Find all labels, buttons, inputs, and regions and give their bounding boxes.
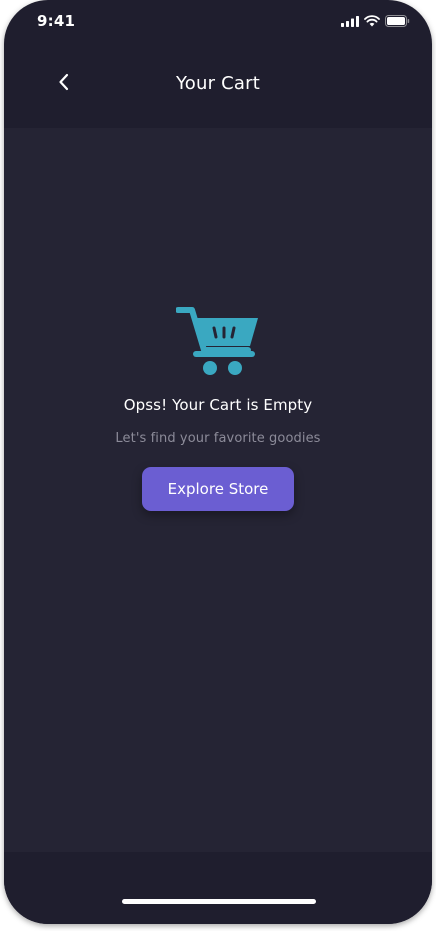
empty-cart-state: Opss! Your Cart is Empty Let's find your… [4,306,432,511]
wifi-icon [364,15,380,27]
shopping-cart-icon [176,307,258,375]
status-bar: 9:41 [4,0,432,44]
page-title: Your Cart [175,73,260,94]
empty-cart-title: Opss! Your Cart is Empty [123,396,313,414]
bottom-bar [4,852,432,924]
home-indicator[interactable] [122,899,316,904]
cart-content: Opss! Your Cart is Empty Let's find your… [4,128,432,852]
status-icons [341,15,410,27]
battery-icon [385,15,410,27]
explore-store-button[interactable]: Explore Store [142,467,294,511]
phone-screen: 9:41 Your Cart Opss! Your Cart is Empty … [4,0,432,924]
status-time: 9:41 [37,12,76,30]
empty-cart-subtitle: Let's find your favorite goodies [115,431,321,446]
header: Your Cart [4,44,432,128]
cellular-signal-icon [341,15,359,27]
